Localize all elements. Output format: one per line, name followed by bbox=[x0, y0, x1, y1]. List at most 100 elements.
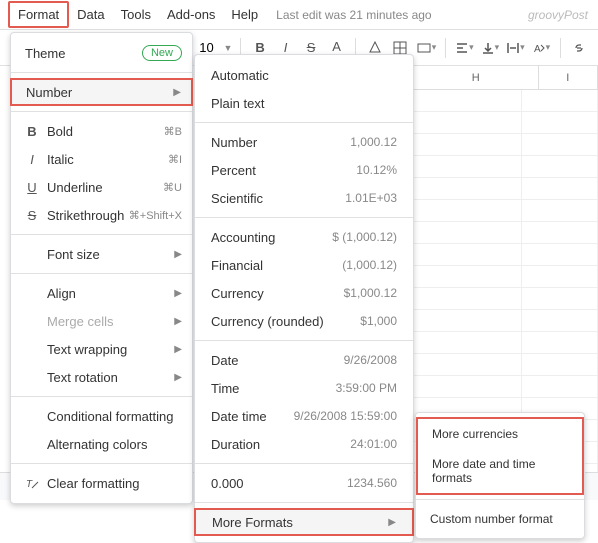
link-button[interactable] bbox=[568, 36, 590, 60]
menu-item-clear-formatting[interactable]: T Clear formatting bbox=[11, 469, 192, 497]
menu-item-zero-format[interactable]: 0.0001234.560 bbox=[195, 469, 413, 497]
menu-format[interactable]: Format bbox=[8, 1, 69, 28]
menu-label: Alternating colors bbox=[47, 437, 182, 452]
menu-separator bbox=[11, 463, 192, 464]
menu-item-align[interactable]: Align ▶ bbox=[11, 279, 192, 307]
column-header-i[interactable]: I bbox=[539, 66, 598, 89]
menu-label: Clear formatting bbox=[47, 476, 182, 491]
menu-label: Theme bbox=[25, 46, 142, 61]
menu-item-strikethrough[interactable]: S Strikethrough ⌘+Shift+X bbox=[11, 201, 192, 229]
menu-label: Strikethrough bbox=[47, 208, 129, 223]
merge-cells-button[interactable]: ▾ bbox=[415, 36, 437, 60]
format-sample: 1.01E+03 bbox=[345, 191, 397, 205]
vertical-align-button[interactable]: ▾ bbox=[479, 36, 501, 60]
menu-item-scientific[interactable]: Scientific1.01E+03 bbox=[195, 184, 413, 212]
cell[interactable] bbox=[522, 266, 598, 287]
horizontal-align-button[interactable]: ▾ bbox=[454, 36, 476, 60]
menu-item-italic[interactable]: I Italic ⌘I bbox=[11, 145, 192, 173]
menu-label: Merge cells bbox=[47, 314, 174, 329]
menu-separator bbox=[11, 273, 192, 274]
number-submenu: Automatic Plain text Number1,000.12 Perc… bbox=[194, 54, 414, 543]
menu-data[interactable]: Data bbox=[69, 3, 112, 26]
cell[interactable] bbox=[522, 90, 598, 111]
menu-item-underline[interactable]: U Underline ⌘U bbox=[11, 173, 192, 201]
chevron-down-icon: ▾ bbox=[520, 42, 525, 53]
toolbar-separator bbox=[445, 38, 446, 58]
cell[interactable] bbox=[522, 200, 598, 221]
menu-item-font-size[interactable]: Font size ▶ bbox=[11, 240, 192, 268]
menu-item-theme[interactable]: Theme New bbox=[11, 39, 192, 67]
column-header-h[interactable]: H bbox=[414, 66, 539, 89]
menu-item-text-wrapping[interactable]: Text wrapping ▶ bbox=[11, 335, 192, 363]
menu-item-more-formats[interactable]: More Formats ▶ bbox=[194, 508, 414, 536]
menu-item-merge-cells: Merge cells ▶ bbox=[11, 307, 192, 335]
menu-item-currency[interactable]: Currency$1,000.12 bbox=[195, 279, 413, 307]
italic-icon: I bbox=[21, 152, 43, 167]
cell[interactable] bbox=[522, 288, 598, 309]
menu-tools[interactable]: Tools bbox=[113, 3, 159, 26]
cell[interactable] bbox=[522, 244, 598, 265]
format-sample: 10.12% bbox=[356, 163, 397, 177]
format-sample: (1,000.12) bbox=[342, 258, 397, 272]
menu-item-time[interactable]: Time3:59:00 PM bbox=[195, 374, 413, 402]
highlight-box: More currencies More date and time forma… bbox=[416, 417, 584, 495]
menu-item-text-rotation[interactable]: Text rotation ▶ bbox=[11, 363, 192, 391]
format-dropdown-menu: Theme New Number ▶ B Bold ⌘B I Italic ⌘I… bbox=[10, 32, 193, 504]
menu-separator bbox=[195, 217, 413, 218]
cell[interactable] bbox=[522, 310, 598, 331]
cell[interactable] bbox=[522, 156, 598, 177]
menu-item-custom-number[interactable]: Custom number format bbox=[416, 504, 584, 534]
menu-item-percent[interactable]: Percent10.12% bbox=[195, 156, 413, 184]
menu-item-date-time[interactable]: Date time9/26/2008 15:59:00 bbox=[195, 402, 413, 430]
menu-item-automatic[interactable]: Automatic bbox=[195, 61, 413, 89]
font-size-input[interactable] bbox=[192, 40, 222, 55]
chevron-right-icon: ▶ bbox=[174, 372, 182, 383]
format-sample: 24:01:00 bbox=[350, 437, 397, 451]
format-sample: $1,000 bbox=[360, 314, 397, 328]
menu-item-alternating-colors[interactable]: Alternating colors bbox=[11, 430, 192, 458]
cell[interactable] bbox=[522, 222, 598, 243]
svg-text:T: T bbox=[26, 479, 33, 490]
menu-item-bold[interactable]: B Bold ⌘B bbox=[11, 117, 192, 145]
menu-item-accounting[interactable]: Accounting$ (1,000.12) bbox=[195, 223, 413, 251]
cell[interactable] bbox=[522, 354, 598, 375]
menu-label: Italic bbox=[47, 152, 168, 167]
menu-separator bbox=[11, 111, 192, 112]
menu-item-plain-text[interactable]: Plain text bbox=[195, 89, 413, 117]
menu-item-number[interactable]: Number ▶ bbox=[10, 78, 193, 106]
text-wrap-button[interactable]: ▾ bbox=[505, 36, 527, 60]
menu-item-date[interactable]: Date9/26/2008 bbox=[195, 346, 413, 374]
format-sample: 1234.560 bbox=[347, 476, 397, 490]
menu-item-financial[interactable]: Financial(1,000.12) bbox=[195, 251, 413, 279]
chevron-down-icon: ▼ bbox=[224, 43, 233, 53]
cell[interactable] bbox=[522, 112, 598, 133]
menu-item-more-date-time[interactable]: More date and time formats bbox=[418, 449, 582, 493]
menu-separator bbox=[195, 502, 413, 503]
format-sample: $1,000.12 bbox=[344, 286, 397, 300]
text-rotation-button[interactable]: A▾ bbox=[530, 36, 552, 60]
cell[interactable] bbox=[522, 376, 598, 397]
font-size-control[interactable]: ▼ bbox=[192, 40, 233, 55]
format-sample: 9/26/2008 15:59:00 bbox=[294, 409, 397, 423]
menu-item-currency-rounded[interactable]: Currency (rounded)$1,000 bbox=[195, 307, 413, 335]
cell[interactable] bbox=[522, 178, 598, 199]
bold-icon: B bbox=[21, 124, 43, 139]
keyboard-shortcut: ⌘+Shift+X bbox=[129, 209, 182, 222]
menu-separator bbox=[195, 340, 413, 341]
menu-item-more-currencies[interactable]: More currencies bbox=[418, 419, 582, 449]
menu-separator bbox=[195, 463, 413, 464]
menu-label: Text rotation bbox=[47, 370, 174, 385]
menu-item-duration[interactable]: Duration24:01:00 bbox=[195, 430, 413, 458]
menu-separator bbox=[11, 396, 192, 397]
menu-help[interactable]: Help bbox=[223, 3, 266, 26]
cell[interactable] bbox=[522, 332, 598, 353]
chevron-down-icon: ▾ bbox=[546, 42, 551, 53]
menu-label: Text wrapping bbox=[47, 342, 174, 357]
menu-item-conditional-formatting[interactable]: Conditional formatting bbox=[11, 402, 192, 430]
edit-status[interactable]: Last edit was 21 minutes ago bbox=[276, 8, 431, 22]
menu-item-number-format[interactable]: Number1,000.12 bbox=[195, 128, 413, 156]
svg-text:A: A bbox=[534, 44, 541, 55]
menu-addons[interactable]: Add-ons bbox=[159, 3, 223, 26]
cell[interactable] bbox=[522, 134, 598, 155]
menu-label: Align bbox=[47, 286, 174, 301]
